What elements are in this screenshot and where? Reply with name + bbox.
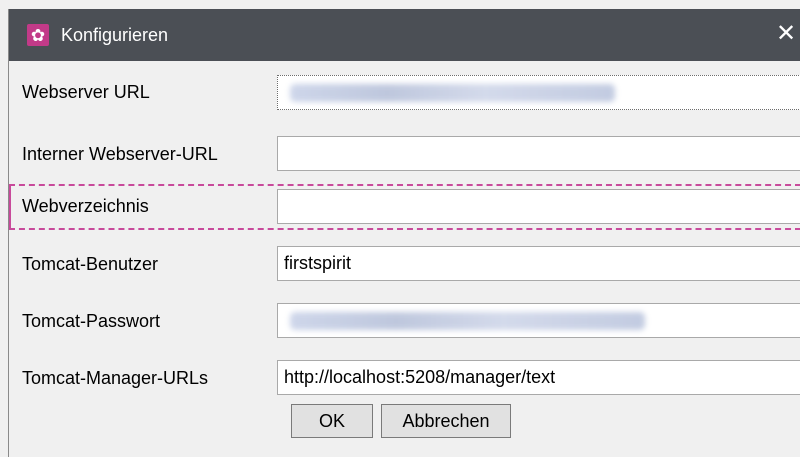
webverzeichnis-field[interactable]: [277, 189, 800, 224]
internal-webserver-url-field[interactable]: [277, 136, 800, 171]
webserver-url-label: Webserver URL: [22, 82, 150, 102]
tomcat-password-label: Tomcat-Passwort: [22, 311, 161, 331]
title-bar[interactable]: ✿ Konfigurieren ✕: [9, 9, 800, 61]
webverzeichnis-label: Webverzeichnis: [22, 196, 149, 216]
gear-icon: ✿: [27, 24, 49, 46]
tomcat-user-field[interactable]: [277, 246, 800, 281]
window-title: Konfigurieren: [61, 25, 169, 45]
cancel-button[interactable]: Abbrechen: [381, 404, 511, 438]
ok-button[interactable]: OK: [291, 404, 373, 438]
webserver-url-field[interactable]: [277, 75, 800, 110]
blurred-value: [290, 312, 645, 330]
configure-dialog: ✿ Konfigurieren ✕ Webserver URL Interner…: [8, 9, 800, 457]
tomcat-password-field[interactable]: [277, 303, 800, 338]
tomcat-manager-urls-label: Tomcat-Manager-URLs: [22, 368, 209, 388]
tomcat-manager-urls-field[interactable]: [277, 360, 800, 395]
blurred-value: [290, 84, 615, 102]
tomcat-user-label: Tomcat-Benutzer: [22, 254, 159, 274]
close-icon[interactable]: ✕: [771, 20, 800, 50]
internal-webserver-url-label: Interner Webserver-URL: [22, 144, 218, 164]
